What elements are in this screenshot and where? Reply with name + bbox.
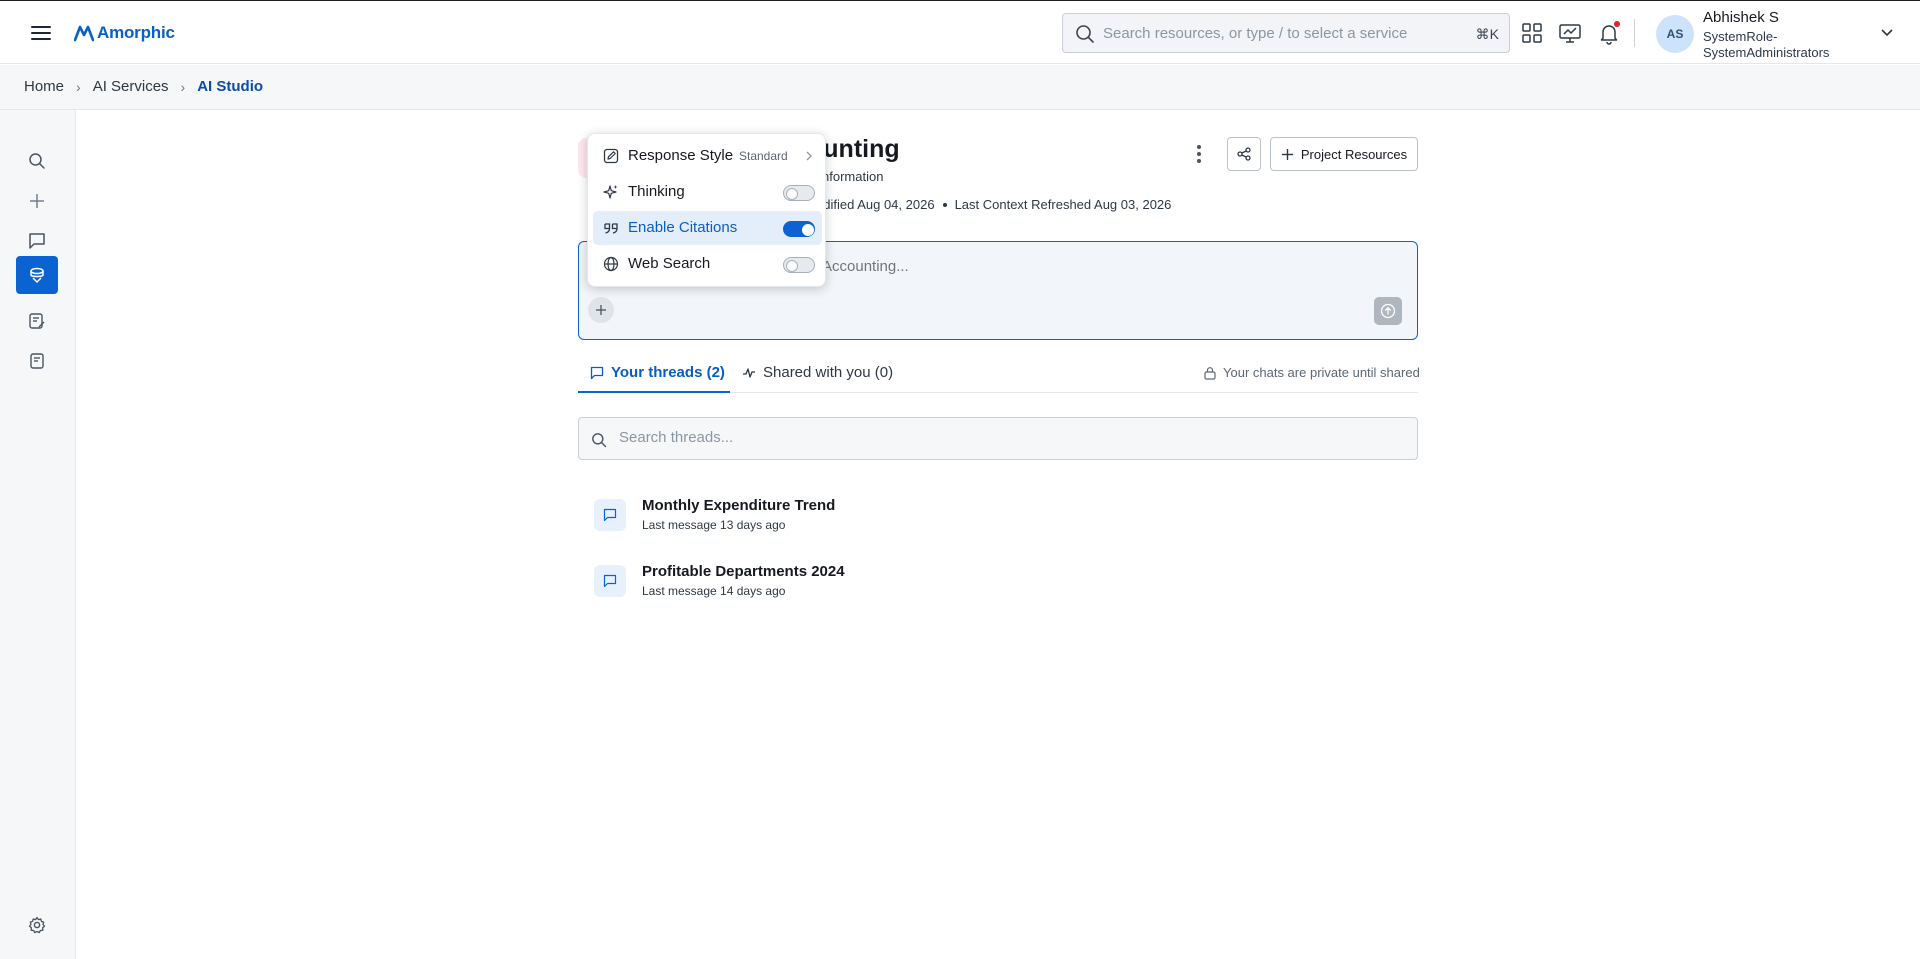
share-button[interactable] — [1227, 137, 1261, 171]
response-style-value: Standard — [739, 149, 788, 163]
thread-search-input[interactable] — [619, 429, 1319, 446]
project-modified: odified Aug 04, 2026 — [816, 197, 935, 212]
prompt-add-button[interactable] — [588, 297, 614, 323]
avatar[interactable]: AS — [1656, 15, 1694, 53]
rail-settings-button[interactable] — [16, 906, 58, 944]
quote-icon — [604, 223, 618, 234]
divider — [1634, 19, 1635, 47]
monitor-chart-icon[interactable] — [1558, 21, 1582, 45]
global-search[interactable]: Search resources, or type / to select a … — [1062, 13, 1510, 53]
project-description: nformation — [822, 169, 884, 184]
share-icon — [1237, 147, 1251, 161]
app-logo-text: Amorphic — [97, 23, 175, 42]
chevron-right-icon: › — [76, 78, 81, 95]
meta-separator — [942, 202, 947, 207]
privacy-note: Your chats are private until shared — [1203, 365, 1420, 380]
top-bar: Amorphic Search resources, or type / to … — [0, 0, 1920, 64]
chevron-right-icon — [806, 151, 812, 161]
thread-search[interactable] — [578, 417, 1418, 460]
web-search-toggle[interactable] — [783, 257, 815, 273]
ai-studio-icon — [30, 267, 44, 284]
sparkle-icon — [603, 185, 618, 199]
thread-chat-icon — [594, 565, 626, 597]
app-logo[interactable]: Amorphic — [74, 19, 175, 47]
search-icon — [29, 153, 45, 169]
project-meta: odified Aug 04, 2026 Last Context Refres… — [816, 197, 1171, 212]
lock-icon — [1204, 366, 1216, 380]
menu-item-label: Enable Citations — [628, 219, 738, 236]
prompt-options-menu: Response Style Standard Thinking Enable … — [587, 133, 826, 287]
tab-your-threads[interactable]: Your threads (2) — [578, 364, 730, 393]
chat-icon — [29, 233, 45, 249]
search-icon — [1076, 25, 1094, 43]
thread-item[interactable]: Profitable Departments 2024 Last message… — [578, 558, 1418, 608]
rail-chat-button[interactable] — [16, 222, 58, 260]
tab-label: Shared with you (0) — [763, 364, 894, 381]
notes-edit-icon — [29, 313, 45, 329]
project-resources-label: Project Resources — [1300, 146, 1408, 162]
more-options-icon[interactable] — [1191, 142, 1207, 166]
menu-item-web-search[interactable]: Web Search — [593, 247, 822, 281]
thread-title[interactable]: Profitable Departments 2024 — [642, 563, 845, 580]
activity-icon — [743, 368, 755, 378]
thread-item[interactable]: Monthly Expenditure Trend Last message 1… — [578, 492, 1418, 542]
thread-title[interactable]: Monthly Expenditure Trend — [642, 497, 835, 514]
menu-item-label: Response Style — [628, 147, 734, 164]
breadcrumb: Home › AI Services › AI Studio — [24, 78, 263, 95]
plus-icon — [1281, 148, 1293, 160]
thread-last-message: Last message 13 days ago — [642, 518, 786, 532]
rail-add-button[interactable] — [16, 182, 58, 220]
chevron-right-icon: › — [180, 78, 186, 95]
menu-item-label: Thinking — [628, 183, 685, 200]
breadcrumb-home[interactable]: Home — [24, 78, 64, 95]
thread-last-message: Last message 14 days ago — [642, 584, 786, 598]
citations-toggle[interactable] — [783, 221, 815, 237]
apps-grid-icon[interactable] — [1520, 21, 1544, 45]
globe-icon — [603, 256, 619, 272]
thread-chat-icon — [594, 499, 626, 531]
plus-icon — [596, 305, 606, 315]
menu-item-label: Web Search — [628, 255, 711, 272]
menu-item-response-style[interactable]: Response Style Standard — [593, 139, 822, 173]
menu-item-enable-citations[interactable]: Enable Citations — [593, 211, 822, 245]
gear-icon — [28, 916, 46, 934]
menu-icon[interactable] — [28, 22, 54, 44]
left-rail — [0, 110, 76, 959]
breadcrumb-bar: Home › AI Services › AI Studio — [0, 65, 1920, 110]
tab-shared-with-you[interactable]: Shared with you (0) — [742, 364, 893, 393]
prompt-input[interactable] — [822, 258, 1322, 275]
send-arrow-icon — [1380, 303, 1396, 319]
user-role: SystemRole-SystemAdministrators — [1703, 29, 1830, 60]
pen-edit-icon — [603, 148, 619, 164]
search-shortcut: ⌘K — [1475, 26, 1499, 42]
bell-icon[interactable] — [1597, 21, 1621, 45]
notification-dot — [1614, 21, 1620, 27]
breadcrumb-ai-services[interactable]: AI Services — [93, 78, 169, 95]
send-button[interactable] — [1374, 297, 1402, 325]
global-search-placeholder: Search resources, or type / to select a … — [1103, 25, 1408, 42]
project-last-refreshed: Last Context Refreshed Aug 03, 2026 — [954, 197, 1172, 212]
project-resources-button[interactable]: Project Resources — [1270, 137, 1418, 171]
menu-item-thinking[interactable]: Thinking — [593, 175, 822, 209]
rail-ai-studio-button[interactable] — [16, 256, 58, 294]
search-icon — [592, 433, 607, 448]
chat-icon — [590, 366, 604, 380]
amorphic-logo-icon — [74, 25, 94, 42]
breadcrumb-ai-studio: AI Studio — [197, 78, 264, 95]
privacy-note-text: Your chats are private until shared — [1223, 365, 1420, 380]
user-name[interactable]: Abhishek S — [1703, 9, 1779, 26]
rail-docs-button[interactable] — [16, 342, 58, 380]
thinking-toggle[interactable] — [783, 185, 815, 201]
chevron-down-icon[interactable] — [1880, 27, 1894, 37]
tab-label: Your threads (2) — [611, 364, 725, 381]
rail-search-button[interactable] — [16, 142, 58, 180]
document-icon — [30, 353, 44, 369]
rail-notes-button[interactable] — [16, 302, 58, 340]
plus-icon — [30, 194, 44, 208]
